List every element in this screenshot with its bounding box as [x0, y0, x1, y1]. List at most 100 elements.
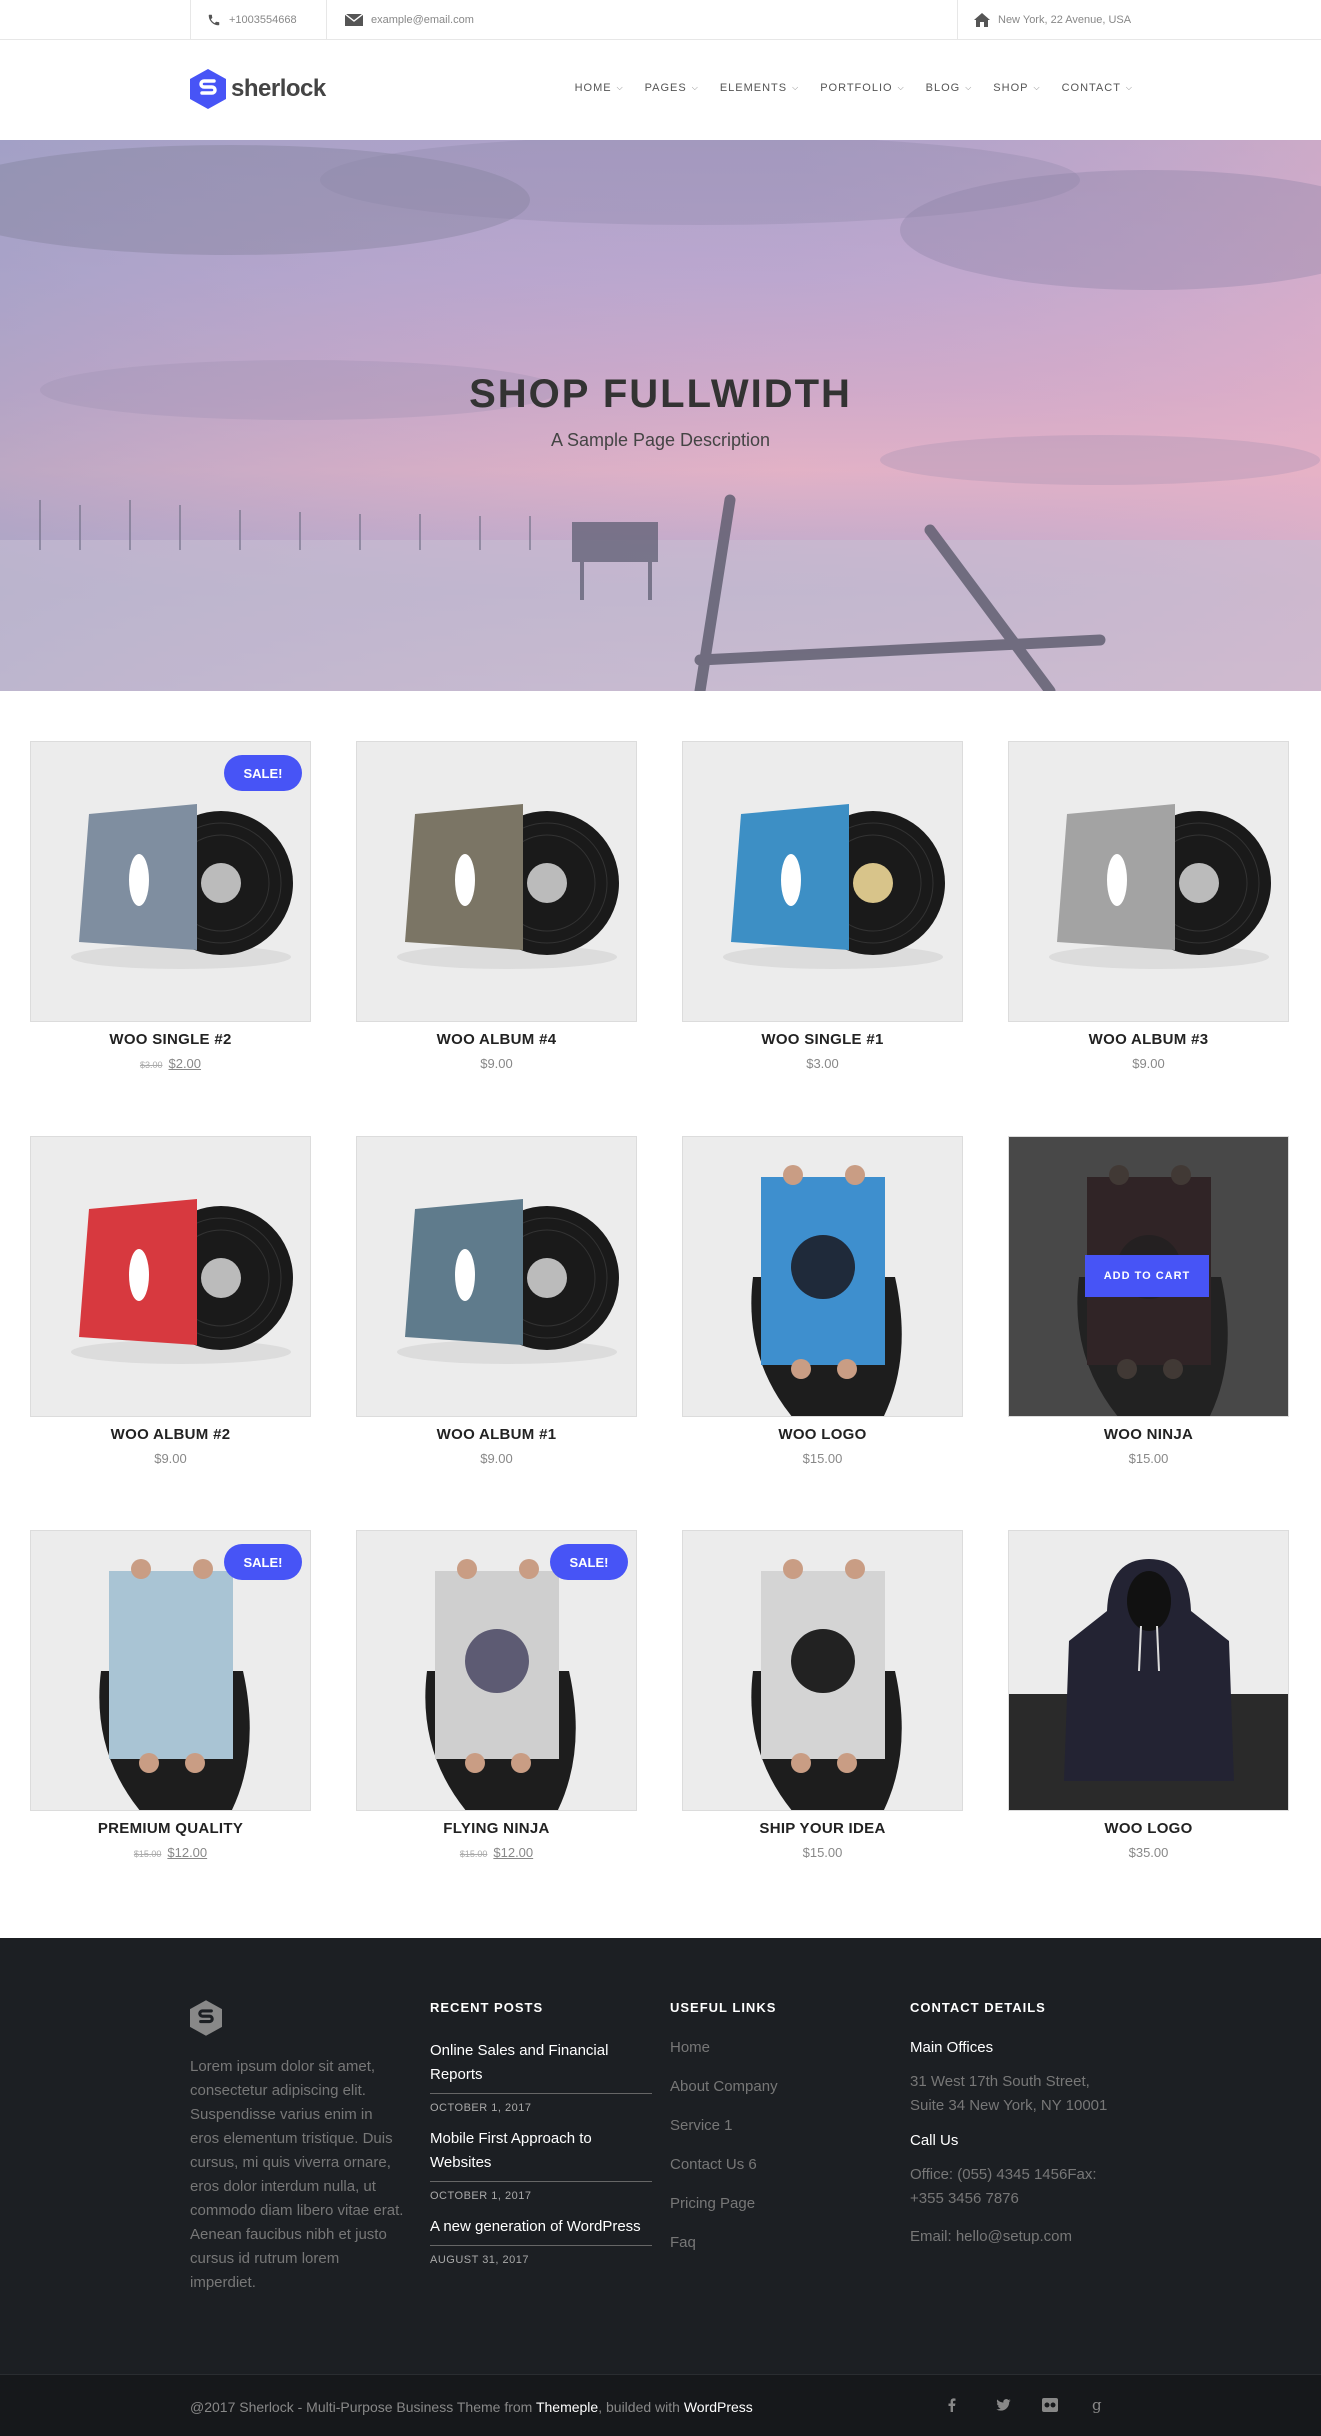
page-subtitle: A Sample Page Description	[550, 430, 771, 450]
product-price: $3.00 $2.00	[30, 1056, 311, 1071]
offices-address: 31 West 17th South Street, Suite 34 New …	[910, 2073, 1108, 2114]
topbar-phone[interactable]: +1003554668	[190, 0, 326, 40]
recent-post: Mobile First Approach to Websites OCTOBER…	[430, 2127, 652, 2208]
product-name[interactable]: FLYING NINJA	[356, 1820, 637, 1837]
twitter-icon[interactable]	[993, 2395, 1013, 2415]
product-name[interactable]: WOO ALBUM #1	[356, 1426, 637, 1443]
product-name[interactable]: PREMIUM QUALITY	[30, 1820, 311, 1837]
product-price: $9.00	[30, 1451, 311, 1466]
footer-link-service-1[interactable]: Service 1	[670, 2117, 870, 2156]
footer-about-text: Lorem ipsum dolor sit amet, consectetur …	[190, 2058, 404, 2291]
product-old-price: $3.00	[139, 1060, 163, 1070]
sherlock-logo-icon	[190, 69, 226, 109]
product-name[interactable]: WOO ALBUM #3	[1008, 1031, 1289, 1048]
google-plus-icon[interactable]: g	[1087, 2395, 1107, 2415]
nav-item-label: PORTFOLIO	[820, 82, 893, 94]
chevron-down-icon: ⌵	[965, 83, 973, 92]
vinyl-woothemes-cover	[357, 804, 636, 1021]
nav-item-contact[interactable]: CONTACT ⌵	[1062, 82, 1133, 94]
footer-link-about-company[interactable]: About Company	[670, 2078, 870, 2117]
nav-item-blog[interactable]: BLOG ⌵	[926, 82, 973, 94]
nav-item-label: HOME	[574, 82, 612, 94]
nav-item-shop[interactable]: SHOP ⌵	[993, 82, 1040, 94]
footer-useful-links: USEFUL LINKS Home About Company Service 1C…	[670, 2000, 870, 2273]
nav-item-label: SHOP	[993, 82, 1029, 94]
call-value: Office: (055) 4345 1456Fax: +355 3456 78…	[910, 2166, 1097, 2207]
nav-item-label: BLOG	[925, 82, 961, 94]
footer-link-pricing-page[interactable]: Pricing Page	[670, 2195, 870, 2234]
vinyl-woo-single-cover	[31, 804, 310, 1021]
footer-link-contact-us-6[interactable]: Contact Us 6	[670, 2156, 870, 2195]
vinyl-woothemes-red-cover	[31, 1199, 310, 1416]
product-image[interactable]	[356, 741, 637, 1022]
recent-post-date: OCTOBER 1, 2017	[430, 2102, 532, 2114]
product-sale-price: $12.00	[167, 1845, 208, 1860]
product-name[interactable]: WOO SINGLE #2	[30, 1031, 311, 1048]
nav-item-pages[interactable]: PAGES ⌵	[645, 82, 699, 94]
footer-link-faq[interactable]: Faq	[670, 2234, 870, 2273]
product-name[interactable]: WOO NINJA	[1008, 1426, 1289, 1443]
footer-recent-posts: RECENT POSTS Online Sales and Financial …	[430, 2000, 652, 2279]
product-image[interactable]	[30, 1136, 311, 1417]
add-to-cart-button[interactable]: ADD TO CART	[1085, 1255, 1209, 1297]
site-header: sherlock HOME ⌵ PAGES ⌵ ELEMENTS ⌵ PORTFOLIO ⌵ B…	[0, 40, 1321, 140]
product-image[interactable]	[682, 1530, 963, 1811]
product-sale-price: $2.00	[168, 1056, 202, 1071]
home-icon	[974, 13, 990, 27]
product-image[interactable]	[1008, 741, 1289, 1022]
nav-item-home[interactable]: HOME ⌵	[575, 82, 624, 94]
main-nav: HOME ⌵ PAGES ⌵ ELEMENTS ⌵ PORTFOLIO ⌵ BLOG ⌵ SHOP ⌵…	[554, 82, 1133, 94]
recent-post: A new generation of WordPress AUGUST 31, …	[430, 2215, 652, 2272]
recent-posts-heading: RECENT POSTS	[430, 2000, 544, 2015]
product-price-value: $9.00	[480, 1056, 513, 1071]
recent-post-title[interactable]: Online Sales and Financial Reports	[430, 2039, 652, 2094]
product-name[interactable]: WOO LOGO	[682, 1426, 963, 1443]
page-hero: SHOP FULLWIDTH A Sample Page Description	[0, 140, 1321, 691]
product-name[interactable]: SHIP YOUR IDEA	[682, 1820, 963, 1837]
product-name[interactable]: WOO LOGO	[1008, 1820, 1289, 1837]
logo-text: sherlock	[231, 75, 326, 102]
topbar-email-text: example@email.com	[371, 14, 474, 26]
nav-item-portfolio[interactable]: PORTFOLIO ⌵	[820, 82, 904, 94]
themeple-link[interactable]: Themeple	[536, 2399, 598, 2415]
recent-post-title[interactable]: Mobile First Approach to Websites	[430, 2127, 652, 2182]
product-price-value: $35.00	[1128, 1845, 1169, 1860]
copyright-mid: , builded with	[598, 2399, 684, 2415]
topbar-address: New York, 22 Avenue, USA	[957, 0, 1147, 40]
product-image[interactable]	[1008, 1530, 1289, 1811]
facebook-icon[interactable]	[942, 2395, 962, 2415]
footer-link-home[interactable]: Home	[670, 2039, 870, 2078]
recent-post-title[interactable]: A new generation of WordPress	[430, 2215, 652, 2246]
product-image[interactable]: ADD TO CART	[1008, 1136, 1289, 1417]
product-price-value: $15.00	[802, 1451, 843, 1466]
product-image[interactable]	[682, 741, 963, 1022]
product-price: $3.00	[682, 1056, 963, 1071]
email-value[interactable]: Email: hello@setup.com	[910, 2225, 1125, 2249]
sale-badge: SALE!	[224, 755, 302, 791]
recent-post-date: AUGUST 31, 2017	[430, 2254, 530, 2266]
sale-badge: SALE!	[550, 1544, 628, 1580]
recent-post-date: OCTOBER 1, 2017	[430, 2190, 532, 2202]
product-image[interactable]: SALE!	[356, 1530, 637, 1811]
topbar-email[interactable]: example@email.com	[326, 0, 526, 40]
nav-item-label: CONTACT	[1061, 82, 1121, 94]
flickr-icon[interactable]	[1040, 2395, 1060, 2415]
product-image[interactable]: SALE!	[30, 741, 311, 1022]
wordpress-link[interactable]: WordPress	[684, 2399, 753, 2415]
product-name[interactable]: WOO SINGLE #1	[682, 1031, 963, 1048]
product-image[interactable]	[356, 1136, 637, 1417]
site-logo[interactable]: sherlock	[190, 69, 326, 109]
product-price-value: $3.00	[806, 1056, 839, 1071]
product-image[interactable]: SALE!	[30, 1530, 311, 1811]
vinyl-woothemes-slate-cover	[357, 1199, 636, 1416]
product-price-value: $15.00	[1128, 1451, 1169, 1466]
product-name[interactable]: WOO ALBUM #2	[30, 1426, 311, 1443]
nav-item-elements[interactable]: ELEMENTS ⌵	[720, 82, 799, 94]
phone-icon	[208, 14, 220, 26]
product-image[interactable]	[682, 1136, 963, 1417]
recent-post: Online Sales and Financial Reports OCTOBE…	[430, 2039, 652, 2120]
product-name[interactable]: WOO ALBUM #4	[356, 1031, 637, 1048]
call-label: Call Us	[910, 2132, 959, 2149]
product-price-value: $9.00	[480, 1451, 513, 1466]
product-price-value: $9.00	[154, 1451, 187, 1466]
